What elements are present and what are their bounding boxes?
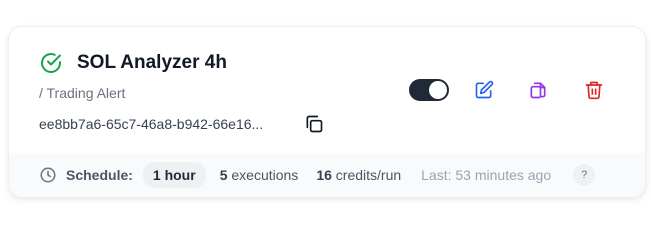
card-body: SOL Analyzer 4h / Trading Alert ee8bb7a6… (9, 27, 645, 153)
credits-number: 16 (316, 167, 332, 183)
trash-icon (585, 81, 603, 100)
duplicate-button[interactable] (527, 79, 549, 101)
copy-id-button[interactable] (303, 113, 325, 135)
automation-id: ee8bb7a6-65c7-46a8-b942-66e16... (39, 116, 264, 132)
executions-number: 5 (219, 167, 228, 183)
delete-button[interactable] (583, 79, 605, 101)
copy-icon (306, 115, 323, 133)
title-row: SOL Analyzer 4h (39, 51, 227, 75)
schedule-label: Schedule: (66, 167, 133, 183)
toggle-knob (429, 81, 447, 99)
executions-label: executions (231, 167, 299, 183)
last-run-time: Last: 53 minutes ago (421, 167, 552, 183)
schedule-value-badge: 1 hour (142, 162, 206, 188)
check-circle-icon (41, 53, 61, 73)
duplicate-icon (530, 82, 546, 99)
automation-card: SOL Analyzer 4h / Trading Alert ee8bb7a6… (8, 26, 646, 198)
automation-id-row: ee8bb7a6-65c7-46a8-b942-66e16... (39, 113, 325, 135)
pencil-square-icon (475, 80, 494, 99)
executions-count: 5 executions (220, 167, 299, 183)
help-button[interactable]: ? (573, 164, 596, 186)
edit-button[interactable] (473, 79, 495, 101)
credits-label: credits/run (335, 167, 402, 183)
enable-toggle[interactable] (409, 79, 449, 101)
automation-type: / Trading Alert (39, 85, 126, 101)
card-actions (409, 79, 605, 101)
automation-title: SOL Analyzer 4h (77, 52, 227, 73)
credits-per-run: 16 credits/run (316, 167, 401, 183)
clock-icon (40, 167, 56, 183)
card-footer: Schedule: 1 hour 5 executions 16 credits… (9, 153, 645, 197)
